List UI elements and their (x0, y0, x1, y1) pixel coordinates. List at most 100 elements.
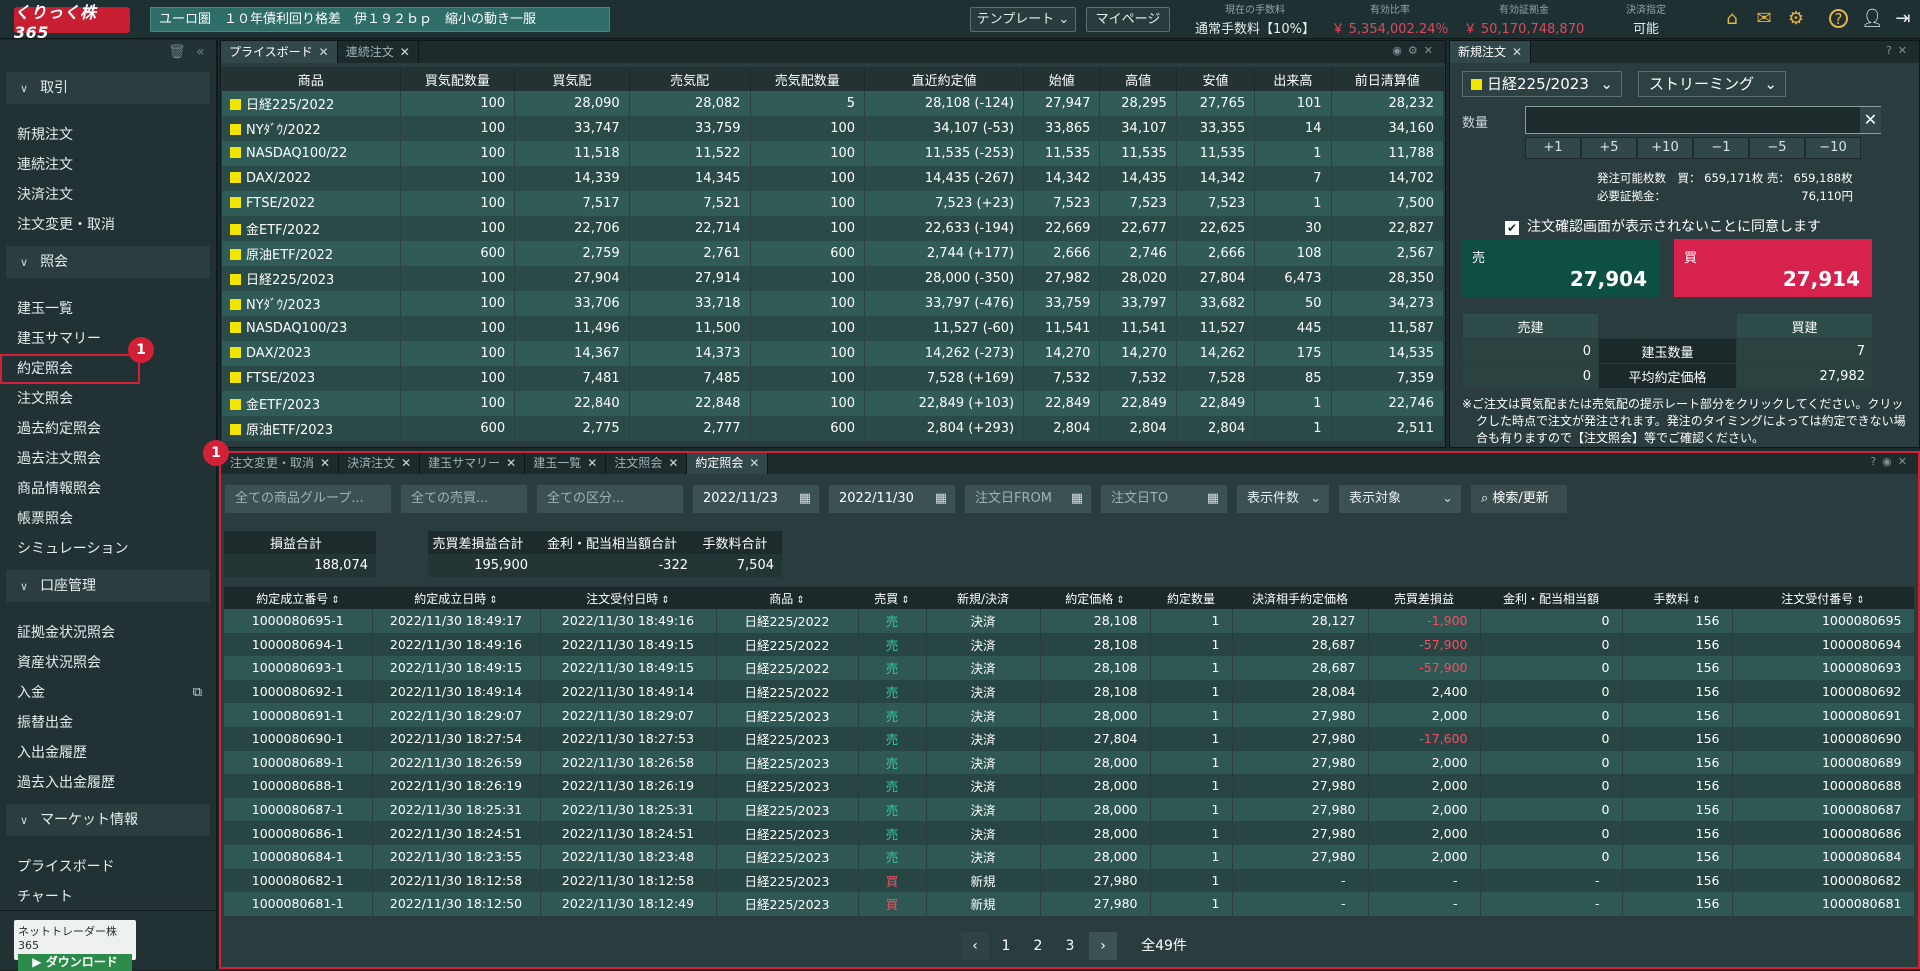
qty-clear-button[interactable]: ✕ (1860, 107, 1881, 133)
mypage-button[interactable]: マイページ (1086, 7, 1170, 32)
download-banner[interactable]: ネットトレーダー株365 ▶ ダウンロード (14, 920, 136, 971)
sidebar-item-product-info[interactable]: 商品情報照会 (0, 474, 216, 504)
tab-new-order[interactable]: 新規注文 ✕ (1450, 41, 1532, 63)
close-icon[interactable]: ✕ (319, 45, 329, 59)
qty-input[interactable]: 1 (1525, 106, 1881, 134)
pb-ask-price[interactable]: 7,485 (629, 366, 751, 391)
help-icon[interactable]: ? (1829, 9, 1848, 28)
mode-select[interactable]: ストリーミング ⌄ (1638, 71, 1786, 97)
close-icon[interactable]: ✕ (1898, 455, 1913, 468)
tab-settle-order[interactable]: 決済注文 ✕ (339, 452, 421, 474)
exec-header[interactable]: 約定成立番号 ⇕ (224, 587, 372, 609)
close-icon[interactable]: ✕ (1898, 44, 1913, 57)
pb-ask-price[interactable]: 22,714 (629, 216, 751, 241)
pb-ask-price[interactable]: 11,500 (629, 316, 751, 341)
pb-ask-price[interactable]: 33,718 (629, 291, 751, 316)
sort-icon[interactable]: ⇕ (1113, 595, 1124, 606)
table-row[interactable]: 1000080688-1 2022/11/30 18:26:19 2022/11/3… (224, 774, 1915, 798)
sidebar-item-deposit-history[interactable]: 入出金履歴 (0, 738, 216, 768)
gear-icon[interactable]: ⚙ (1786, 9, 1806, 29)
pb-ask-price[interactable]: 14,373 (629, 341, 751, 366)
sidebar-item-new-order[interactable]: 新規注文 (0, 120, 216, 150)
tab-priceboard[interactable]: プライスボード ✕ (221, 41, 338, 63)
sort-icon[interactable]: ⇕ (898, 595, 909, 606)
sort-icon[interactable]: ⇕ (1853, 595, 1864, 606)
eye-icon[interactable]: ◉ (1392, 44, 1408, 57)
pb-ask-price[interactable]: 2,777 (629, 416, 751, 441)
sort-icon[interactable]: ⇕ (328, 595, 339, 606)
qty-minus10-button[interactable]: −10 (1805, 137, 1861, 159)
close-icon[interactable]: ✕ (506, 456, 516, 470)
pb-ask-price[interactable]: 28,082 (629, 91, 751, 116)
table-row[interactable]: 1000080681-1 2022/11/30 18:12:50 2022/11/3… (224, 892, 1915, 916)
date-to-input[interactable]: 2022/11/30 ▦ (828, 484, 956, 514)
sidebar-item-settle-order[interactable]: 決済注文 (0, 180, 216, 210)
mail-icon[interactable]: ✉ (1754, 9, 1774, 29)
prev-page-button[interactable]: ‹ (961, 932, 989, 960)
exec-header[interactable]: 約定成立日時 ⇕ (372, 587, 540, 609)
close-icon[interactable]: ✕ (401, 456, 411, 470)
pb-bid-price[interactable]: 33,706 (514, 291, 630, 316)
calendar-icon[interactable]: ▦ (799, 485, 811, 513)
exec-header[interactable]: 手数料 ⇕ (1622, 587, 1732, 609)
sidebar-item-past-executions[interactable]: 過去約定照会 (0, 414, 216, 444)
close-icon[interactable]: ✕ (1512, 45, 1522, 59)
close-icon[interactable]: ✕ (320, 456, 330, 470)
close-icon[interactable]: ✕ (749, 456, 759, 470)
pb-bid-price[interactable]: 28,090 (514, 91, 630, 116)
section-trade[interactable]: ∨ 取引 (6, 72, 210, 104)
sidebar-item-simulation[interactable]: シミュレーション (0, 534, 216, 564)
sidebar-item-order-inquiry[interactable]: 注文照会 (0, 384, 216, 414)
sidebar-item-reports[interactable]: 帳票照会 (0, 504, 216, 534)
sidebar-item-withdraw[interactable]: 振替出金 (0, 708, 216, 738)
news-ticker[interactable]: ユーロ圏 １０年債利回り格差 伊１９２ｂｐ 縮小の動き一服 (150, 7, 610, 32)
tab-positions[interactable]: 建玉一覧 ✕ (525, 452, 607, 474)
pb-bid-price[interactable]: 7,481 (514, 366, 630, 391)
table-row[interactable]: 1000080684-1 2022/11/30 18:23:55 2022/11/3… (224, 844, 1915, 869)
pb-bid-price[interactable]: 2,759 (514, 241, 630, 266)
pb-bid-price[interactable]: 11,496 (514, 316, 630, 341)
pb-bid-price[interactable]: 14,367 (514, 341, 630, 366)
help-icon[interactable]: ? (1870, 455, 1882, 468)
exec-header[interactable]: 注文受付日時 ⇕ (540, 587, 716, 609)
table-row[interactable]: 1000080695-1 2022/11/30 18:49:17 2022/11/3… (224, 609, 1915, 633)
qty-minus5-button[interactable]: −5 (1749, 137, 1805, 159)
side-filter[interactable]: 全ての売買... (400, 484, 528, 514)
pb-bid-price[interactable]: 22,706 (514, 216, 630, 241)
target-select[interactable]: 表示対象 ⌄ (1338, 484, 1462, 514)
sidebar-item-priceboard[interactable]: プライスボード (0, 852, 216, 882)
pb-ask-price[interactable]: 33,759 (629, 116, 751, 141)
close-icon[interactable]: ✕ (587, 456, 597, 470)
sidebar-item-margin-status[interactable]: 証拠金状況照会 (0, 618, 216, 648)
template-button[interactable]: テンプレート ⌄ (970, 7, 1076, 32)
order-date-to-input[interactable]: 注文日TO ▦ (1100, 484, 1228, 514)
pb-ask-price[interactable]: 7,521 (629, 191, 751, 216)
pb-ask-price[interactable]: 22,848 (629, 391, 751, 416)
tab-continuous-order[interactable]: 連続注文 ✕ (338, 41, 419, 63)
sell-button[interactable]: 売 27,904 (1462, 239, 1659, 297)
page-2[interactable]: 2 (1030, 932, 1046, 960)
logout-icon[interactable]: ⇥ (1893, 9, 1913, 29)
table-row[interactable]: 1000080687-1 2022/11/30 18:25:31 2022/11/3… (224, 797, 1915, 822)
count-select[interactable]: 表示件数 ⌄ (1236, 484, 1330, 514)
section-account[interactable]: ∨ 口座管理 (6, 570, 210, 602)
close-icon[interactable]: ✕ (400, 45, 410, 59)
buy-button[interactable]: 買 27,914 (1674, 239, 1872, 297)
product-select[interactable]: 日経225/2023 ⌄ (1462, 71, 1622, 97)
section-inquiry[interactable]: ∨ 照会 (6, 246, 210, 278)
pb-bid-price[interactable]: 27,904 (514, 266, 630, 291)
qty-plus5-button[interactable]: +5 (1581, 137, 1637, 159)
page-3[interactable]: 3 (1062, 932, 1078, 960)
kind-filter[interactable]: 全ての区分... (536, 484, 684, 514)
pb-bid-price[interactable]: 22,840 (514, 391, 630, 416)
sidebar-item-past-orders[interactable]: 過去注文照会 (0, 444, 216, 474)
gear-icon[interactable]: ⚙ (1408, 44, 1424, 57)
next-page-button[interactable]: › (1089, 932, 1117, 960)
calendar-icon[interactable]: ▦ (935, 485, 947, 513)
qty-plus1-button[interactable]: +1 (1525, 137, 1581, 159)
date-from-input[interactable]: 2022/11/23 ▦ (692, 484, 820, 514)
sort-icon[interactable]: ⇕ (793, 595, 804, 606)
collapse-icon[interactable]: « (196, 44, 205, 60)
close-icon[interactable]: ✕ (668, 456, 678, 470)
table-row[interactable]: 1000080691-1 2022/11/30 18:29:07 2022/11/3… (224, 703, 1915, 727)
